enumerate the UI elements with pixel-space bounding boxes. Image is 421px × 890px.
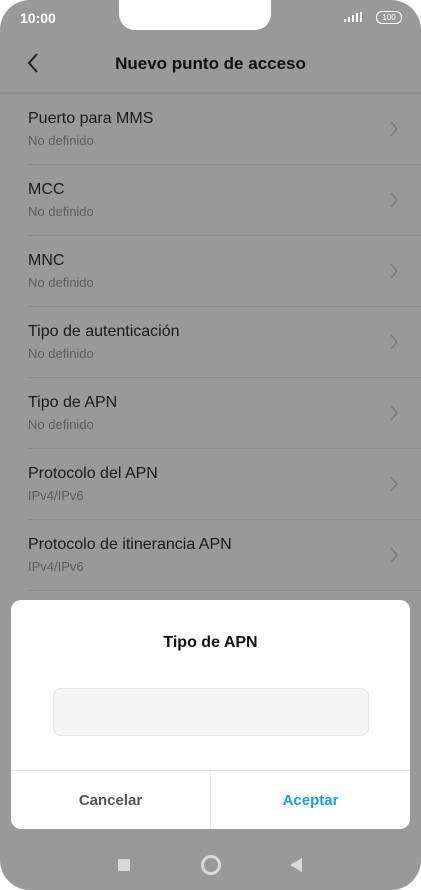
list-item-puerto-mms[interactable]: Puerto para MMS No definido [28,94,421,165]
list-item-subtitle: No definido [28,417,94,432]
list-item-tipo-apn[interactable]: Tipo de APN No definido [28,378,421,449]
chevron-right-icon [390,121,398,137]
apn-type-input[interactable] [53,688,369,736]
phone-screen: 10:00 100 Nuevo punto de acceso Puerto p… [0,0,421,890]
list-item-title: Tipo de APN [28,394,118,411]
chevron-right-icon [390,334,398,350]
settings-list: Puerto para MMS No definido MCC No defin… [0,94,421,591]
apn-type-dialog: Tipo de APN Cancelar Aceptar [11,600,410,829]
recents-icon[interactable] [118,859,130,871]
list-item-title: Protocolo de itinerancia APN [28,536,232,553]
system-nav-bar [0,840,421,890]
list-item-title: Protocolo del APN [28,465,158,482]
list-item-subtitle: No definido [28,346,94,361]
chevron-right-icon [390,476,398,492]
list-item-title: Puerto para MMS [28,110,154,127]
signal-icon [344,12,362,22]
list-item-title: MCC [28,181,65,198]
chevron-right-icon [390,547,398,563]
list-item-protocolo-itinerancia[interactable]: Protocolo de itinerancia APN IPv4/IPv6 [28,520,421,591]
dialog-title: Tipo de APN [163,634,258,651]
list-item-subtitle: IPv4/IPv6 [28,488,84,503]
list-item-mnc[interactable]: MNC No definido [28,236,421,307]
list-item-subtitle: No definido [28,275,94,290]
list-item-mcc[interactable]: MCC No definido [28,165,421,236]
list-item-subtitle: No definido [28,133,94,148]
list-item-title: MNC [28,252,65,269]
list-item-protocolo-apn[interactable]: Protocolo del APN IPv4/IPv6 [28,449,421,520]
display-notch [119,0,271,30]
chevron-right-icon [390,192,398,208]
list-item-tipo-autenticacion[interactable]: Tipo de autenticación No definido [28,307,421,378]
battery-icon: 100 [376,11,402,24]
list-item-subtitle: IPv4/IPv6 [28,559,84,574]
nav-back-icon[interactable] [289,857,303,873]
dialog-actions: Cancelar Aceptar [11,770,410,829]
home-icon[interactable] [201,855,221,875]
list-item-title: Tipo de autenticación [28,323,180,340]
accept-button[interactable]: Aceptar [211,771,410,829]
list-item-subtitle: No definido [28,204,94,219]
status-time: 10:00 [20,10,56,26]
chevron-right-icon [390,263,398,279]
cancel-button[interactable]: Cancelar [11,771,211,829]
chevron-right-icon [390,405,398,421]
app-header: Nuevo punto de acceso [0,36,421,92]
page-title: Nuevo punto de acceso [115,54,306,73]
